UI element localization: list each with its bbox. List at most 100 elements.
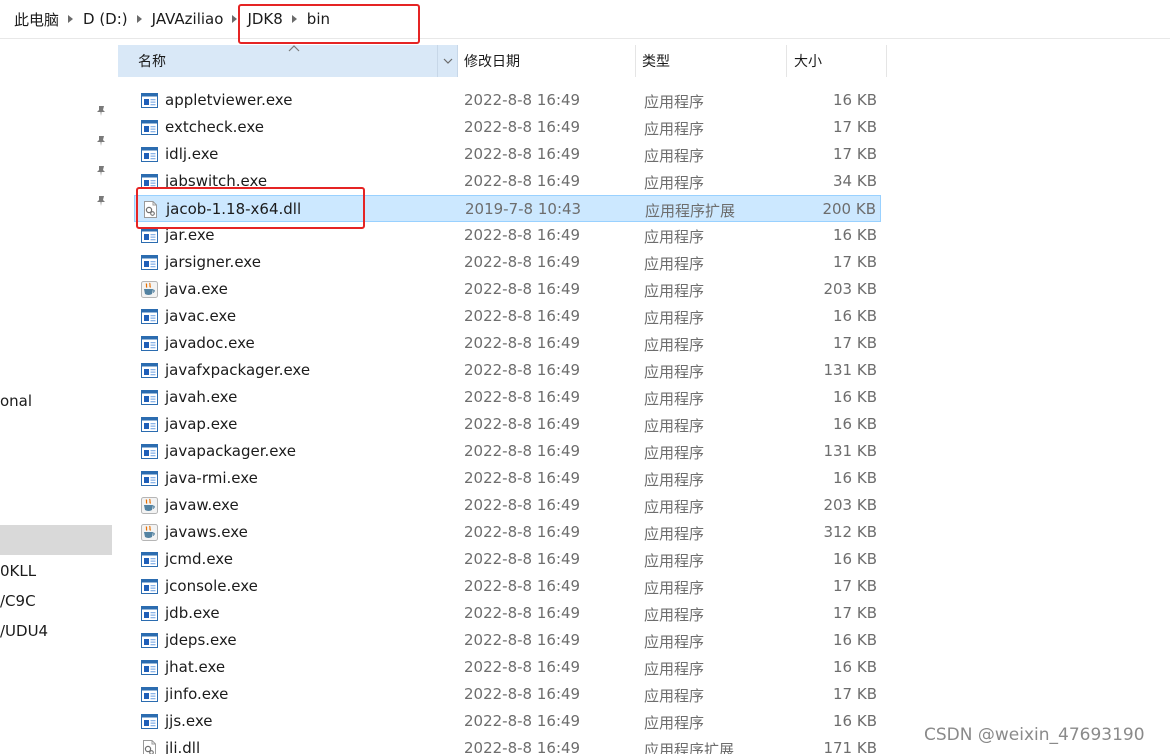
column-header-type[interactable]: 类型 — [636, 45, 787, 77]
exe-window-icon — [141, 228, 158, 243]
chevron-right-icon[interactable] — [291, 15, 297, 23]
file-row[interactable]: javadoc.exe 2022-8-8 16:49 应用程序 17 KB — [134, 330, 881, 357]
file-name: jacob-1.18-x64.dll — [166, 200, 302, 218]
file-size: 17 KB — [833, 577, 877, 595]
file-row[interactable]: jinfo.exe 2022-8-8 16:49 应用程序 17 KB — [134, 681, 881, 708]
breadcrumb-label: JDK8 — [247, 10, 283, 28]
chevron-right-icon[interactable] — [232, 15, 238, 23]
breadcrumb-item-drive-d[interactable]: D (D:) — [83, 0, 128, 38]
pin-icon[interactable] — [95, 165, 107, 177]
file-row[interactable]: jdeps.exe 2022-8-8 16:49 应用程序 16 KB — [134, 627, 881, 654]
file-size: 200 KB — [822, 200, 876, 218]
exe-window-icon — [141, 606, 158, 621]
file-type: 应用程序 — [644, 93, 705, 111]
watermark: CSDN @weixin_47693190 — [924, 725, 1145, 745]
file-row[interactable]: jabswitch.exe 2022-8-8 16:49 应用程序 34 KB — [134, 168, 881, 195]
file-row[interactable]: extcheck.exe 2022-8-8 16:49 应用程序 17 KB — [134, 114, 881, 141]
chevron-right-icon[interactable] — [68, 15, 74, 23]
file-row[interactable]: javah.exe 2022-8-8 16:49 应用程序 16 KB — [134, 384, 881, 411]
dll-gear-icon — [144, 201, 157, 218]
file-type: 应用程序 — [644, 498, 705, 516]
file-modified-date: 2022-8-8 16:49 — [464, 550, 581, 568]
file-name: jcmd.exe — [165, 550, 233, 568]
file-row[interactable]: javaws.exe 2022-8-8 16:49 应用程序 312 KB — [134, 519, 881, 546]
dll-gear-icon — [143, 740, 156, 754]
column-header-date[interactable]: 修改日期 — [458, 45, 636, 77]
file-row[interactable]: java.exe 2022-8-8 16:49 应用程序 203 KB — [134, 276, 881, 303]
file-row[interactable]: javafxpackager.exe 2022-8-8 16:49 应用程序 131 … — [134, 357, 881, 384]
exe-window-icon — [141, 309, 158, 324]
file-modified-date: 2022-8-8 16:49 — [464, 415, 581, 433]
file-size: 171 KB — [823, 739, 877, 754]
pin-icon[interactable] — [95, 105, 107, 117]
file-type: 应用程序 — [644, 309, 705, 327]
file-size: 17 KB — [833, 604, 877, 622]
file-name: jinfo.exe — [165, 685, 229, 703]
file-modified-date: 2022-8-8 16:49 — [464, 712, 581, 730]
nav-item[interactable]: onal — [0, 392, 32, 410]
column-header-size[interactable]: 大小 — [787, 45, 887, 77]
file-row[interactable]: jconsole.exe 2022-8-8 16:49 应用程序 17 KB — [134, 573, 881, 600]
file-row[interactable]: jli.dll 2022-8-8 16:49 应用程序扩展 171 KB — [134, 735, 881, 754]
file-name: idlj.exe — [165, 145, 219, 163]
file-size: 312 KB — [823, 523, 877, 541]
file-row[interactable]: javaw.exe 2022-8-8 16:49 应用程序 203 KB — [134, 492, 881, 519]
nav-item[interactable]: 0KLL — [0, 562, 36, 580]
file-modified-date: 2019-7-8 10:43 — [465, 200, 582, 218]
file-row[interactable]: jar.exe 2022-8-8 16:49 应用程序 16 KB — [134, 222, 881, 249]
file-row[interactable]: appletviewer.exe 2022-8-8 16:49 应用程序 16 KB — [134, 87, 881, 114]
exe-window-icon — [141, 147, 158, 162]
file-row[interactable]: javap.exe 2022-8-8 16:49 应用程序 16 KB — [134, 411, 881, 438]
file-modified-date: 2022-8-8 16:49 — [464, 118, 581, 136]
chevron-down-icon — [443, 58, 453, 64]
file-size: 16 KB — [833, 388, 877, 406]
file-size: 16 KB — [833, 658, 877, 676]
file-size: 16 KB — [833, 550, 877, 568]
file-name: appletviewer.exe — [165, 91, 293, 109]
nav-item-selected[interactable] — [0, 525, 112, 555]
breadcrumb-item-bin[interactable]: bin — [307, 0, 330, 38]
nav-item[interactable]: /C9C — [0, 592, 36, 610]
breadcrumb-item-jdk8[interactable]: JDK8 — [247, 0, 282, 38]
file-row[interactable]: idlj.exe 2022-8-8 16:49 应用程序 17 KB — [134, 141, 881, 168]
file-modified-date: 2022-8-8 16:49 — [464, 739, 581, 754]
exe-window-icon — [141, 174, 158, 189]
file-row-selected[interactable]: jacob-1.18-x64.dll 2019-7-8 10:43 应用程序扩展 20… — [134, 195, 881, 222]
breadcrumb-item-javaziliao[interactable]: JAVAziliao — [152, 0, 224, 38]
file-type: 应用程序 — [644, 525, 705, 543]
breadcrumb: 此电脑 D (D:) JAVAziliao JDK8 bin — [0, 0, 1170, 39]
exe-window-icon — [141, 120, 158, 135]
nav-item[interactable]: /UDU4 — [0, 622, 48, 640]
file-modified-date: 2022-8-8 16:49 — [464, 388, 581, 406]
file-size: 17 KB — [833, 253, 877, 271]
column-filter-dropdown[interactable] — [437, 45, 458, 77]
file-row[interactable]: javac.exe 2022-8-8 16:49 应用程序 16 KB — [134, 303, 881, 330]
pin-icon[interactable] — [95, 135, 107, 147]
file-name: javafxpackager.exe — [165, 361, 311, 379]
file-row[interactable]: jjs.exe 2022-8-8 16:49 应用程序 16 KB — [134, 708, 881, 735]
file-name: jhat.exe — [165, 658, 226, 676]
exe-window-icon — [141, 444, 158, 459]
file-row[interactable]: jdb.exe 2022-8-8 16:49 应用程序 17 KB — [134, 600, 881, 627]
exe-window-icon — [141, 660, 158, 675]
file-type: 应用程序 — [644, 282, 705, 300]
breadcrumb-item-this-pc[interactable]: 此电脑 — [14, 0, 59, 38]
file-row[interactable]: jarsigner.exe 2022-8-8 16:49 应用程序 17 KB — [134, 249, 881, 276]
file-row[interactable]: jhat.exe 2022-8-8 16:49 应用程序 16 KB — [134, 654, 881, 681]
file-row[interactable]: jcmd.exe 2022-8-8 16:49 应用程序 16 KB — [134, 546, 881, 573]
file-name: extcheck.exe — [165, 118, 265, 136]
file-type: 应用程序 — [644, 471, 705, 489]
file-row[interactable]: java-rmi.exe 2022-8-8 16:49 应用程序 16 KB — [134, 465, 881, 492]
pin-icon[interactable] — [95, 195, 107, 207]
file-size: 17 KB — [833, 334, 877, 352]
file-type: 应用程序 — [644, 417, 705, 435]
file-type: 应用程序 — [644, 606, 705, 624]
file-type: 应用程序 — [644, 120, 705, 138]
breadcrumb-label: 此电脑 — [14, 10, 60, 29]
file-size: 131 KB — [823, 361, 877, 379]
file-name: jabswitch.exe — [165, 172, 268, 190]
file-size: 16 KB — [833, 307, 877, 325]
chevron-right-icon[interactable] — [136, 15, 142, 23]
file-modified-date: 2022-8-8 16:49 — [464, 496, 581, 514]
file-row[interactable]: javapackager.exe 2022-8-8 16:49 应用程序 131 KB — [134, 438, 881, 465]
